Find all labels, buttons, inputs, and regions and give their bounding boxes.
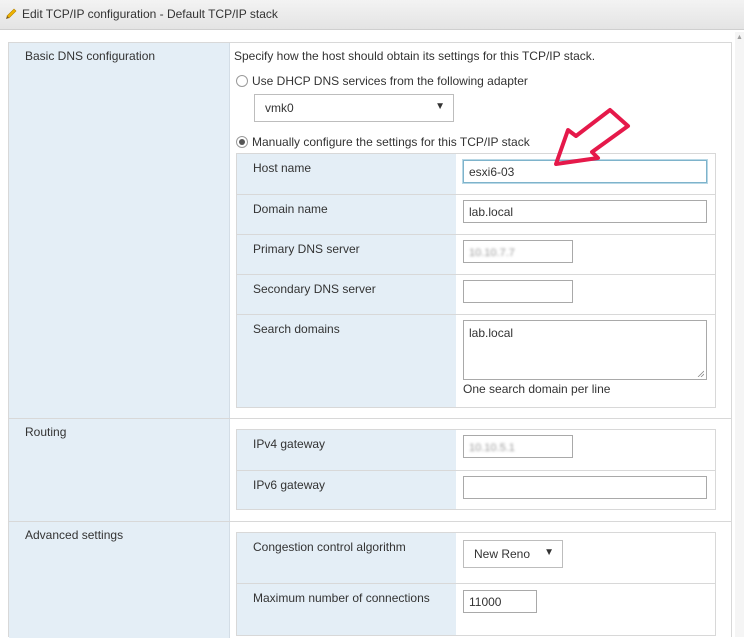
manual-dns-label[interactable]: Manually configure the settings for this…	[252, 135, 530, 149]
dns-section: Basic DNS configuration Specify how the …	[9, 43, 731, 419]
search-domains-label: Search domains	[237, 315, 456, 407]
advanced-section-label: Advanced settings	[9, 522, 230, 638]
domain-name-row: Domain name lab.local	[237, 194, 715, 234]
pencil-icon	[6, 8, 17, 19]
triangle-down-icon: ▼	[435, 101, 445, 112]
red-arrow-annotation	[554, 108, 630, 166]
max-connections-input[interactable]: 11000	[463, 590, 537, 613]
routing-section-label: Routing	[9, 419, 230, 521]
dhcp-dns-radio[interactable]	[236, 75, 248, 87]
domain-name-label: Domain name	[237, 195, 456, 234]
secondary-dns-row: Secondary DNS server	[237, 274, 715, 314]
host-name-row: Host name esxi6-03	[237, 154, 715, 194]
congestion-select-value: New Reno	[474, 547, 531, 561]
dialog-title-bar: Edit TCP/IP configuration - Default TCP/…	[0, 0, 744, 30]
dns-description: Specify how the host should obtain its s…	[234, 49, 596, 63]
dns-settings-grid: Host name esxi6-03 Domain name lab.local…	[236, 153, 716, 408]
congestion-label: Congestion control algorithm	[237, 533, 456, 583]
primary-dns-label: Primary DNS server	[237, 235, 456, 274]
search-domains-hint: One search domain per line	[463, 382, 611, 396]
scroll-up-icon[interactable]: ▲	[736, 34, 743, 41]
secondary-dns-label: Secondary DNS server	[237, 275, 456, 314]
domain-name-input[interactable]: lab.local	[463, 200, 707, 223]
ipv4-gateway-value: 10.10.5.1	[469, 442, 515, 454]
adapter-select[interactable]: vmk0 ▼	[254, 94, 454, 122]
congestion-row: Congestion control algorithm New Reno ▼	[237, 533, 715, 583]
secondary-dns-input[interactable]	[463, 280, 573, 303]
routing-section: Routing IPv4 gateway 10.10.5.1 IPv6 gate…	[9, 419, 731, 522]
vertical-scrollbar[interactable]: ▲	[735, 32, 744, 637]
advanced-grid: Congestion control algorithm New Reno ▼ …	[236, 532, 716, 636]
dialog-title: Edit TCP/IP configuration - Default TCP/…	[22, 7, 278, 21]
dns-section-label: Basic DNS configuration	[9, 43, 230, 418]
resize-handle-icon[interactable]	[697, 370, 704, 377]
triangle-down-icon: ▼	[544, 547, 554, 558]
manual-dns-radio[interactable]	[236, 136, 248, 148]
host-name-label: Host name	[237, 154, 456, 194]
primary-dns-value: 10.10.7.7	[469, 247, 515, 259]
dhcp-dns-label[interactable]: Use DHCP DNS services from the following…	[252, 74, 528, 88]
max-connections-row: Maximum number of connections 11000	[237, 583, 715, 635]
search-domains-value: lab.local	[469, 326, 514, 340]
adapter-select-value: vmk0	[265, 101, 294, 115]
search-domains-textarea[interactable]: lab.local	[463, 320, 707, 380]
routing-grid: IPv4 gateway 10.10.5.1 IPv6 gateway	[236, 429, 716, 510]
advanced-section: Advanced settings Congestion control alg…	[9, 522, 731, 638]
primary-dns-input[interactable]: 10.10.7.7	[463, 240, 573, 263]
max-connections-label: Maximum number of connections	[237, 584, 456, 635]
ipv6-gateway-row: IPv6 gateway	[237, 470, 715, 509]
ipv6-gateway-input[interactable]	[463, 476, 707, 499]
ipv4-gateway-row: IPv4 gateway 10.10.5.1	[237, 430, 715, 470]
ipv4-gateway-label: IPv4 gateway	[237, 430, 456, 470]
ipv6-gateway-label: IPv6 gateway	[237, 471, 456, 509]
ipv4-gateway-input[interactable]: 10.10.5.1	[463, 435, 573, 458]
primary-dns-row: Primary DNS server 10.10.7.7	[237, 234, 715, 274]
congestion-select[interactable]: New Reno ▼	[463, 540, 563, 568]
search-domains-row: Search domains lab.local One search doma…	[237, 314, 715, 407]
